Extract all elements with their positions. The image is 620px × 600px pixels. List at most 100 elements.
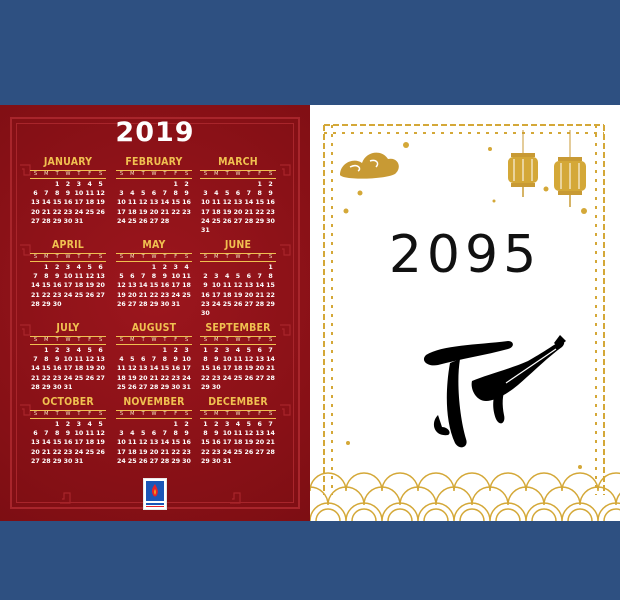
day-cell: 7: [33, 273, 38, 281]
day-cell: 4: [224, 273, 230, 281]
day-cell: 12: [222, 199, 232, 207]
day-cell: 26: [85, 374, 95, 382]
weekday-header: T: [225, 254, 229, 260]
day-cell: 3: [214, 273, 219, 281]
day-cell: 20: [149, 208, 159, 216]
weekday-header: W: [235, 411, 241, 417]
day-cell: 7: [268, 347, 273, 354]
weekday-header: F: [174, 254, 178, 260]
day-cell: 20: [255, 439, 265, 447]
day-cell: 31: [74, 457, 84, 465]
day-cell: 26: [138, 457, 148, 465]
day-cell: [149, 420, 160, 429]
weekday-header: M: [130, 171, 135, 177]
day-cell: 8: [203, 356, 208, 364]
day-cell: 3: [173, 264, 178, 271]
weekday-header-row: SMTWTFS: [116, 410, 192, 419]
day-cell: 23: [201, 300, 210, 308]
day-cell: 28: [266, 448, 275, 456]
day-cell: 2: [54, 264, 60, 271]
weekday-header-row: SMTWTFS: [200, 336, 276, 345]
day-cell: [211, 180, 222, 189]
weekday-header: T: [247, 337, 251, 343]
day-cell: 9: [268, 190, 273, 198]
weekday-header: S: [98, 411, 103, 417]
month-name: MARCH: [218, 156, 258, 168]
day-cell: [254, 263, 265, 272]
day-cell: 21: [41, 208, 51, 216]
weekday-header: W: [151, 411, 157, 417]
day-cell: 24: [117, 217, 126, 225]
day-cell: 18: [74, 365, 84, 373]
day-cell: 2: [162, 264, 168, 271]
day-cell: 27: [96, 291, 105, 299]
day-cell: 14: [160, 199, 170, 207]
day-cell: 29: [41, 300, 51, 308]
month-june: JUNE S M T W T F S 1 2 3 4 5 6 7 8 9 10 11 12 13 14 15 16 17 18 19…: [198, 238, 278, 318]
day-cell: 9: [203, 282, 208, 290]
day-cell: 11: [85, 190, 95, 198]
day-cell: 19: [233, 291, 243, 299]
day-cell: 15: [201, 365, 210, 373]
day-cell: 9: [214, 356, 219, 364]
weekday-header: W: [151, 171, 157, 177]
weekday-header-row: SMTWTFS: [116, 170, 192, 179]
month-november: NOVEMBER S M T W T F S 1 2 3 4 5 6 7 8 9 10 11 12 13 14 15 16 17…: [114, 395, 194, 466]
day-cell: 30: [63, 457, 73, 465]
day-cell: 27: [31, 457, 40, 465]
day-cell: 11: [74, 356, 84, 364]
day-cell: 29: [149, 300, 159, 308]
weekday-header: M: [214, 337, 219, 343]
day-cell: 8: [44, 273, 49, 281]
day-cell: 9: [54, 356, 60, 364]
weekday-header: W: [65, 337, 71, 343]
day-cell: 13: [31, 439, 40, 447]
day-cell: 22: [255, 208, 265, 216]
day-cell: 17: [222, 439, 232, 447]
day-cell: 24: [63, 374, 73, 382]
day-cell: 11: [127, 199, 137, 207]
day-cell: 30: [211, 383, 221, 391]
day-cell: [127, 180, 138, 189]
day-cell: 28: [41, 457, 51, 465]
weekday-header: M: [214, 171, 219, 177]
day-cell: 5: [224, 190, 230, 198]
weekday-header: M: [214, 254, 219, 260]
day-cell: 14: [149, 365, 159, 373]
day-cell: 2: [173, 347, 178, 354]
day-cell: 4: [87, 421, 92, 428]
day-cell: 7: [151, 356, 157, 364]
day-cell: 20: [31, 448, 40, 456]
day-cell: 26: [233, 300, 243, 308]
day-cell: 26: [96, 448, 105, 456]
day-cell: 15: [255, 199, 265, 207]
weekday-header: S: [33, 171, 38, 177]
day-cell: 23: [52, 374, 62, 382]
day-cell: 16: [63, 199, 73, 207]
day-cell: 8: [203, 430, 208, 438]
day-cell: 29: [255, 217, 265, 225]
day-cell: [138, 346, 149, 355]
day-cell: 24: [222, 374, 232, 382]
weekday-header-row: SMTWTFS: [30, 170, 106, 179]
day-cell: 2: [184, 421, 189, 428]
weekday-header: S: [268, 411, 273, 417]
weekday-header: S: [203, 411, 208, 417]
day-cell: 21: [31, 291, 40, 299]
day-cell: 1: [203, 347, 208, 354]
day-cell: 25: [233, 374, 243, 382]
day-cell: 31: [182, 383, 191, 391]
weekday-header: M: [130, 254, 135, 260]
weekday-header: F: [174, 171, 178, 177]
day-cell: 10: [74, 430, 84, 438]
day-cell: 19: [85, 365, 95, 373]
day-cell: 24: [171, 291, 181, 299]
day-cell: 3: [224, 347, 230, 354]
lantern-icon: [554, 130, 586, 207]
day-cell: 20: [96, 365, 105, 373]
weekday-header: W: [65, 254, 71, 260]
day-cell: 29: [171, 457, 181, 465]
day-grid: 1 2 3 4 5 6 7 8 9 10 11 12 13 14 15 16 17 18 19 20 21 22 23 24 2…: [200, 420, 276, 466]
day-cell: 8: [173, 190, 178, 198]
day-cell: 15: [201, 439, 210, 447]
